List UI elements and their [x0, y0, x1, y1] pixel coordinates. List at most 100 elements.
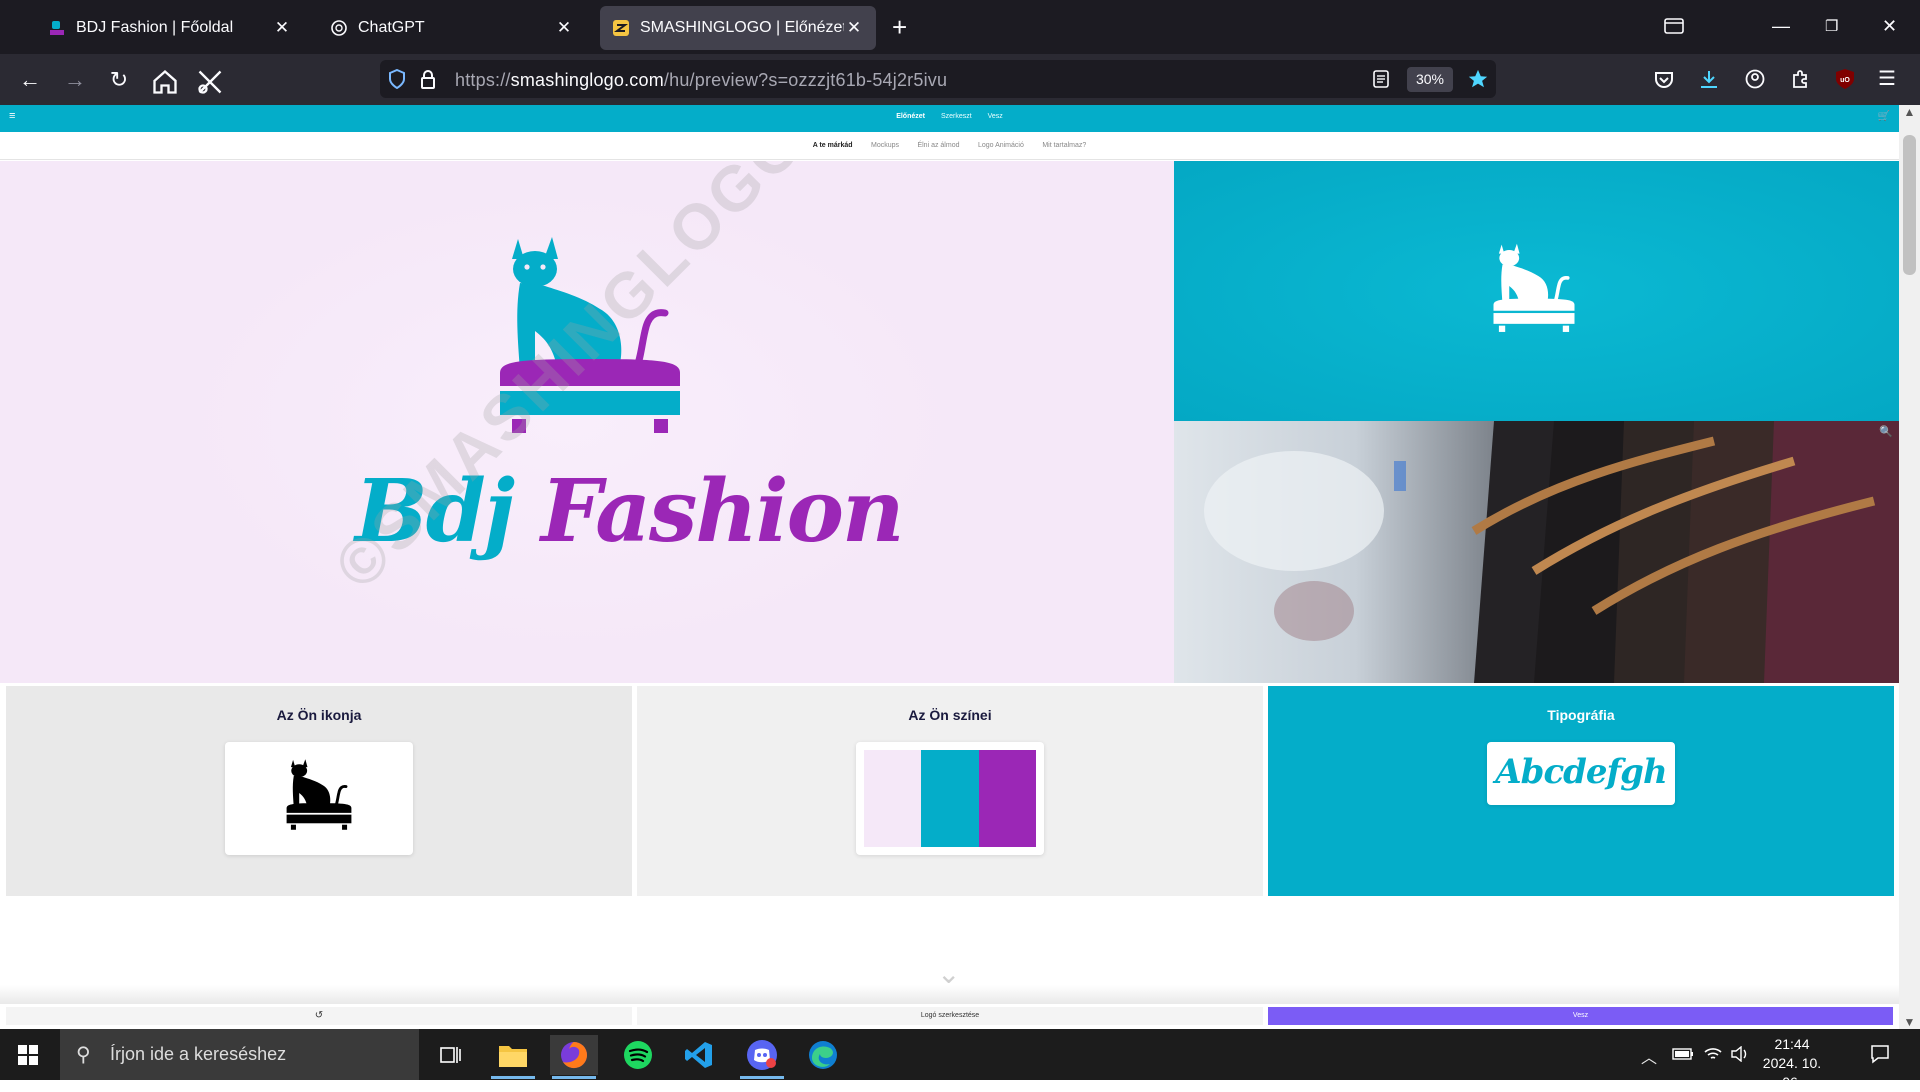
running-indicator	[552, 1076, 596, 1079]
sub-link-brand[interactable]: A te márkád	[813, 132, 853, 160]
spotify-icon[interactable]	[614, 1035, 662, 1075]
cat-white-logo-icon	[1493, 243, 1575, 332]
page-scrollbar[interactable]: ▲ ▼	[1899, 105, 1920, 1029]
url-prefix: https://	[455, 70, 511, 90]
colors-card: Az Ön színei	[637, 686, 1263, 896]
zoom-photo-icon[interactable]: 🔍	[1879, 425, 1893, 438]
home-icon[interactable]	[151, 68, 179, 96]
color-swatch-light-pink	[864, 750, 921, 847]
chatgpt-favicon-icon	[331, 20, 347, 36]
minimize-window-button[interactable]: —	[1772, 16, 1790, 37]
windows-taskbar: ⚲ Írjon ide a kereséshez ︿ 21:44 2024. 1…	[0, 1029, 1920, 1090]
close-tab-icon[interactable]: ✕	[272, 18, 292, 38]
firefox-icon[interactable]	[550, 1035, 598, 1079]
notifications-icon[interactable]	[1870, 1044, 1890, 1064]
zoom-level-button[interactable]: 30%	[1407, 67, 1453, 92]
forward-button[interactable]: →	[61, 66, 89, 94]
nav-link-edit[interactable]: Szerkeszt	[941, 113, 972, 120]
tab-label: ChatGPT	[358, 19, 425, 36]
nav-link-buy[interactable]: Vesz	[988, 113, 1003, 120]
web-page: ≡ Előnézet Szerkeszt Vesz 🛒 A te márkád …	[0, 105, 1899, 1029]
url-path: /hu/preview?s=ozzzjt61b-54j2r5ivu	[663, 70, 948, 90]
nav-link-preview[interactable]: Előnézet	[896, 113, 925, 120]
colors-card-title: Az Ön színei	[908, 707, 992, 723]
bdj-favicon-icon	[50, 21, 64, 35]
file-explorer-icon[interactable]	[489, 1035, 537, 1079]
running-indicator	[740, 1076, 784, 1079]
logo-preview-hero: Bdj Fashion ©SMASHINGLOGO	[0, 161, 1174, 683]
running-indicator	[491, 1076, 535, 1079]
taskbar-clock[interactable]: 21:44 2024. 10. 06.	[1752, 1035, 1832, 1092]
icon-card: Az Ön ikonja	[6, 686, 632, 896]
restore-window-button[interactable]: ❐	[1825, 17, 1838, 35]
clock-time: 21:44	[1774, 1036, 1810, 1052]
history-icon: ↺	[314, 1010, 324, 1021]
sub-link-dream[interactable]: Élni az álmod	[917, 132, 959, 160]
pocket-icon[interactable]	[1654, 70, 1674, 90]
search-icon: ⚲	[76, 1044, 91, 1066]
scroll-down-chevron-icon[interactable]: ⌄	[937, 957, 960, 990]
scrollbar-thumb[interactable]	[1903, 135, 1916, 275]
close-window-button[interactable]: ✕	[1882, 16, 1897, 37]
bottom-action-bar: ↺ Logó szerkesztése Vesz	[0, 1004, 1899, 1029]
ublock-origin-icon[interactable]: uO	[1834, 68, 1856, 90]
sub-link-animation[interactable]: Logo Animáció	[978, 132, 1024, 160]
sub-link-contents[interactable]: Mit tartalmaz?	[1042, 132, 1086, 160]
scroll-down-arrow-icon[interactable]: ▼	[1899, 1015, 1920, 1029]
new-tab-button[interactable]: +	[892, 14, 907, 40]
reload-button[interactable]: ↻	[105, 66, 133, 94]
url-domain: smashinglogo.com	[510, 70, 664, 90]
site-header-bar: ≡ Előnézet Szerkeszt Vesz 🛒	[0, 105, 1899, 132]
white-icon-preview-panel	[1174, 161, 1899, 421]
edit-logo-button[interactable]: Logó szerkesztése	[637, 1007, 1263, 1025]
url-bar[interactable]: https://smashinglogo.com/hu/preview?s=oz…	[380, 60, 1496, 98]
svg-text:uO: uO	[1840, 77, 1850, 84]
buy-button[interactable]: Vesz	[1268, 1007, 1893, 1025]
tab-chatgpt[interactable]: ChatGPT ✕	[318, 6, 586, 50]
brand-summary-cards: Az Ön ikonja Az Ön színei Tipográfia Abc…	[0, 686, 1899, 896]
clothing-rack-photo: 🔍	[1174, 421, 1899, 683]
close-tab-icon[interactable]: ✕	[554, 18, 574, 38]
site-top-nav: Előnézet Szerkeszt Vesz	[0, 113, 1899, 120]
lock-icon[interactable]	[420, 69, 436, 89]
undo-history-button[interactable]: ↺	[6, 1007, 632, 1025]
typography-sample-box: Abcdefgh	[1487, 742, 1675, 805]
browser-nav-bar: ← → ↻ https://smashinglogo.com/hu/previe…	[0, 54, 1920, 105]
battery-icon[interactable]	[1672, 1048, 1694, 1060]
menu-icon[interactable]: ☰	[1878, 66, 1896, 91]
extensions-icon[interactable]	[1790, 69, 1810, 89]
cart-icon[interactable]: 🛒	[1878, 111, 1890, 122]
tab-smashinglogo[interactable]: SMASHINGLOGO | Előnézet ✕	[600, 6, 876, 50]
scroll-up-arrow-icon[interactable]: ▲	[1899, 105, 1920, 119]
sub-link-mockups[interactable]: Mockups	[871, 132, 899, 160]
edge-icon[interactable]	[799, 1035, 847, 1075]
discord-icon[interactable]	[738, 1035, 786, 1079]
task-view-icon[interactable]	[427, 1035, 475, 1075]
screenshot-icon[interactable]	[196, 68, 224, 96]
color-palette-box	[856, 742, 1044, 855]
reader-view-icon[interactable]	[1373, 70, 1389, 88]
taskbar-search-box[interactable]: ⚲ Írjon ide a kereséshez	[60, 1029, 419, 1080]
typography-card: Tipográfia Abcdefgh	[1268, 686, 1894, 896]
vscode-icon[interactable]	[675, 1035, 723, 1075]
wifi-icon[interactable]	[1704, 1046, 1722, 1062]
tray-overflow-chevron-icon[interactable]: ︿	[1641, 1044, 1657, 1068]
volume-icon[interactable]	[1731, 1046, 1749, 1062]
icon-card-box	[225, 742, 413, 855]
tab-overview-icon[interactable]	[1664, 18, 1684, 34]
clock-date: 2024. 10. 06.	[1762, 1055, 1822, 1090]
tab-bdj-fashion[interactable]: BDJ Fashion | Főoldal ✕	[36, 6, 304, 50]
back-button[interactable]: ←	[16, 66, 44, 94]
browser-tab-bar: BDJ Fashion | Főoldal ✕ ChatGPT ✕ SMASHI…	[0, 0, 1920, 54]
brand-name-part2: Fashion	[540, 461, 905, 562]
cat-black-logo-icon	[286, 759, 352, 830]
close-tab-icon[interactable]: ✕	[844, 18, 864, 38]
clothing-rack-illustration	[1204, 421, 1899, 683]
search-placeholder: Írjon ide a kereséshez	[110, 1044, 287, 1064]
downloads-icon[interactable]	[1699, 69, 1719, 89]
tracking-shield-icon[interactable]	[388, 69, 406, 89]
bookmark-star-icon[interactable]	[1467, 68, 1489, 90]
url-text[interactable]: https://smashinglogo.com/hu/preview?s=oz…	[455, 70, 947, 91]
windows-start-icon[interactable]	[18, 1045, 38, 1065]
account-icon[interactable]	[1745, 69, 1765, 89]
